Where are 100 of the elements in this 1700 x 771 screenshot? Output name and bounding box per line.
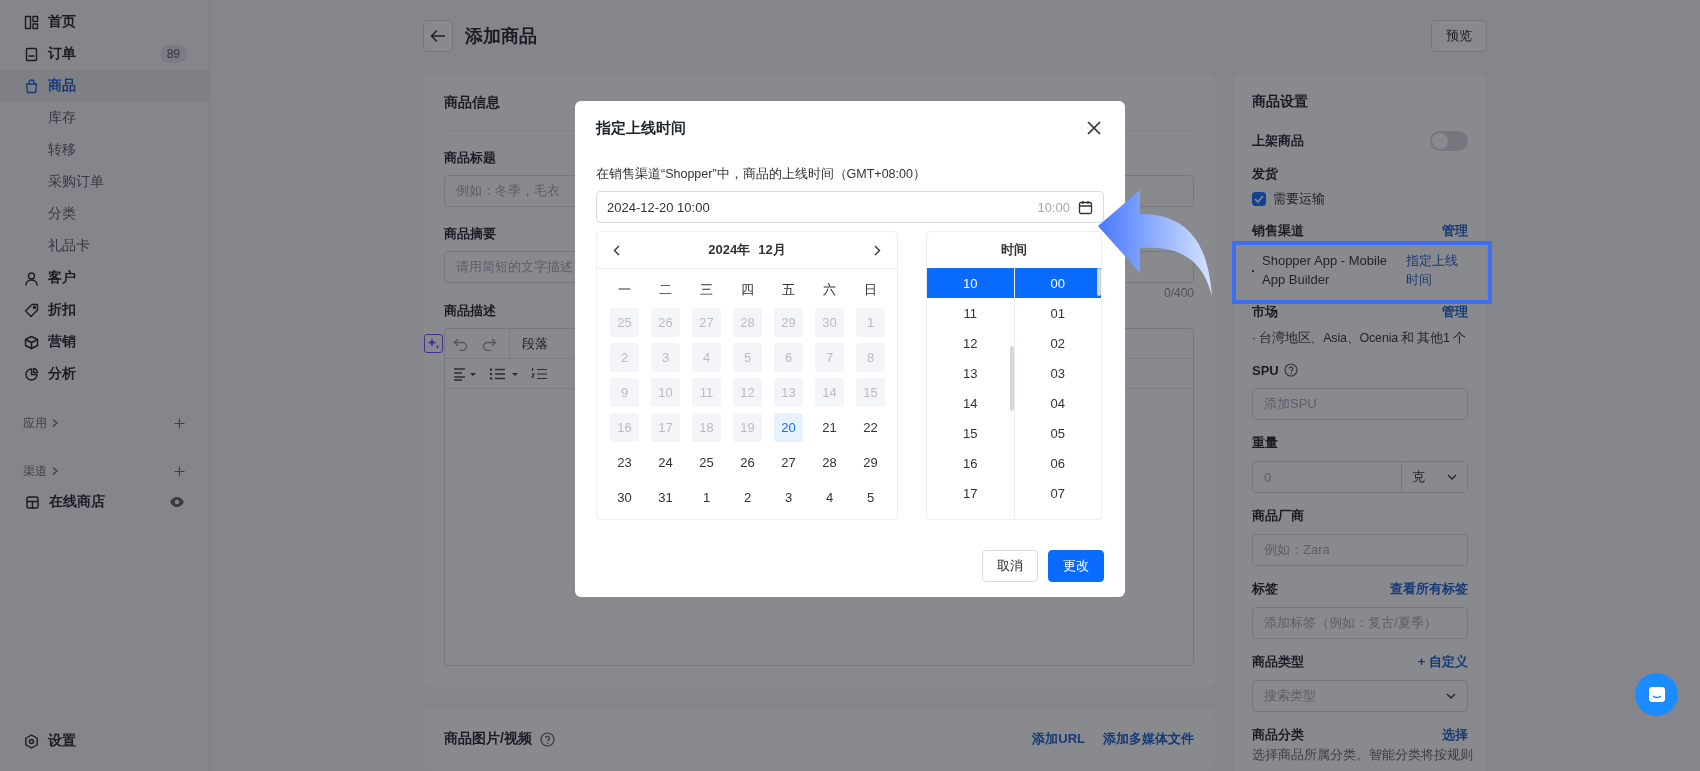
cancel-button[interactable]: 取消 <box>982 550 1038 582</box>
calendar-day: 12 <box>733 378 762 407</box>
checkbox[interactable] <box>1252 192 1266 206</box>
preview-button[interactable]: 预览 <box>1431 20 1487 52</box>
block-style-dropdown[interactable]: 段落 <box>522 334 548 353</box>
weekday-label: 三 <box>699 281 714 299</box>
nav-item[interactable]: 首页 <box>0 6 209 38</box>
minute-option[interactable]: 06 <box>1014 448 1101 478</box>
minute-option[interactable]: 01 <box>1014 298 1101 328</box>
calendar-day[interactable]: 20 <box>774 413 803 442</box>
character-counter: 0/400 <box>1163 286 1194 300</box>
chevron-left-icon <box>612 244 620 256</box>
calendar-day: 11 <box>692 378 721 407</box>
calendar-day: 27 <box>692 308 721 337</box>
scrollbar[interactable] <box>1097 268 1101 296</box>
year-label[interactable]: 2024年 <box>708 241 751 259</box>
scrollbar[interactable] <box>1009 346 1014 411</box>
nav-subitem[interactable]: 转移 <box>0 134 209 166</box>
dialog-description: 在销售渠道“Shopper”中，商品的上线时间（GMT+08:00） <box>596 166 927 183</box>
link[interactable]: 管理 <box>1442 222 1468 240</box>
calendar-day: 10 <box>651 378 680 407</box>
nav-subitem[interactable]: 礼品卡 <box>0 230 209 262</box>
calendar-day[interactable]: 29 <box>856 448 885 477</box>
nav-item[interactable]: 设置 <box>0 725 209 757</box>
field-label: SPU <box>1252 362 1279 378</box>
calendar-day[interactable]: 3 <box>774 483 803 512</box>
sparkle-icon[interactable] <box>424 334 443 353</box>
hour-option[interactable]: 12 <box>927 328 1014 358</box>
person-icon <box>24 270 39 286</box>
calendar-day[interactable]: 1 <box>692 483 721 512</box>
calendar-day: 13 <box>774 378 803 407</box>
channel-name: Shopper App - Mobile App Builder <box>1262 252 1389 289</box>
calendar-day: 30 <box>815 308 844 337</box>
calendar-day[interactable]: 22 <box>856 413 885 442</box>
minute-option[interactable]: 02 <box>1014 328 1101 358</box>
nav-subitem[interactable]: 采购订单 <box>0 166 209 198</box>
bullet-list-icon <box>489 366 519 381</box>
link[interactable]: 添加URL <box>1032 730 1085 748</box>
hour-option[interactable]: 10 <box>927 268 1014 298</box>
field-label: 销售渠道 <box>1252 222 1304 240</box>
calendar-day[interactable]: 25 <box>692 448 721 477</box>
hour-option[interactable]: 17 <box>927 478 1014 508</box>
date-time-field[interactable]: 2024-12-20 10:00 10:00 <box>596 191 1104 223</box>
card-title: 商品图片/视频 <box>444 730 532 748</box>
calendar-day: 4 <box>692 343 721 372</box>
chevron-right-icon <box>51 466 59 476</box>
nav-item[interactable]: 订单 89 <box>0 38 209 70</box>
link[interactable]: + 自定义 <box>1417 653 1468 671</box>
link[interactable]: 指定上线时间 <box>1406 251 1468 289</box>
calendar-day[interactable]: 24 <box>651 448 680 477</box>
minute-option[interactable]: 00 <box>1014 268 1101 298</box>
weekday-label: 日 <box>863 281 878 299</box>
undo-icon <box>453 336 469 351</box>
minute-option[interactable]: 04 <box>1014 388 1101 418</box>
minute-option[interactable]: 07 <box>1014 478 1101 508</box>
nav-item[interactable]: 客户 <box>0 262 209 294</box>
calendar-day[interactable]: 5 <box>856 483 885 512</box>
calendar-day: 16 <box>610 413 639 442</box>
month-label[interactable]: 12月 <box>758 241 786 259</box>
section-header[interactable]: 应用 <box>23 414 59 432</box>
link[interactable]: 选择 <box>1442 726 1468 744</box>
chevron-right-icon <box>51 418 59 428</box>
calendar-day[interactable]: 21 <box>815 413 844 442</box>
back-button[interactable] <box>423 20 453 52</box>
hour-option[interactable]: 15 <box>927 418 1014 448</box>
calendar-day[interactable]: 4 <box>815 483 844 512</box>
nav-item[interactable]: 营销 <box>0 326 209 358</box>
calendar-day: 19 <box>733 413 762 442</box>
calendar-day: 9 <box>610 378 639 407</box>
calendar-day: 6 <box>774 343 803 372</box>
minute-option[interactable]: 03 <box>1014 358 1101 388</box>
calendar-day[interactable]: 2 <box>733 483 762 512</box>
minute-option[interactable]: 05 <box>1014 418 1101 448</box>
chat-button[interactable] <box>1635 673 1678 716</box>
link[interactable]: 查看所有标签 <box>1390 580 1468 598</box>
channel-item[interactable]: 在线商店 <box>0 486 209 518</box>
hour-option[interactable]: 13 <box>927 358 1014 388</box>
calendar-day[interactable]: 31 <box>651 483 680 512</box>
calendar-day: 28 <box>733 308 762 337</box>
calendar-day[interactable]: 30 <box>610 483 639 512</box>
calendar-day[interactable]: 27 <box>774 448 803 477</box>
hour-option[interactable]: 14 <box>927 388 1014 418</box>
section-header[interactable]: 渠道 <box>23 462 59 480</box>
nav-item[interactable]: 折扣 <box>0 294 209 326</box>
nav-subitem[interactable]: 分类 <box>0 198 209 230</box>
hour-option[interactable]: 16 <box>927 448 1014 478</box>
calendar-day: 26 <box>651 308 680 337</box>
hour-option[interactable]: 11 <box>927 298 1014 328</box>
calendar-day[interactable]: 28 <box>815 448 844 477</box>
confirm-button[interactable]: 更改 <box>1048 550 1104 582</box>
calendar-day[interactable]: 23 <box>610 448 639 477</box>
calendar-day[interactable]: 26 <box>733 448 762 477</box>
nav-item[interactable]: 分析 <box>0 358 209 390</box>
nav-subitem[interactable]: 库存 <box>0 102 209 134</box>
calendar-day: 14 <box>815 378 844 407</box>
link[interactable]: 添加多媒体文件 <box>1103 730 1194 748</box>
nav-item[interactable]: 商品 <box>0 70 209 102</box>
checkbox-label: 需要运输 <box>1273 190 1325 208</box>
dashboard-icon <box>24 14 39 30</box>
link[interactable]: 管理 <box>1442 303 1468 321</box>
